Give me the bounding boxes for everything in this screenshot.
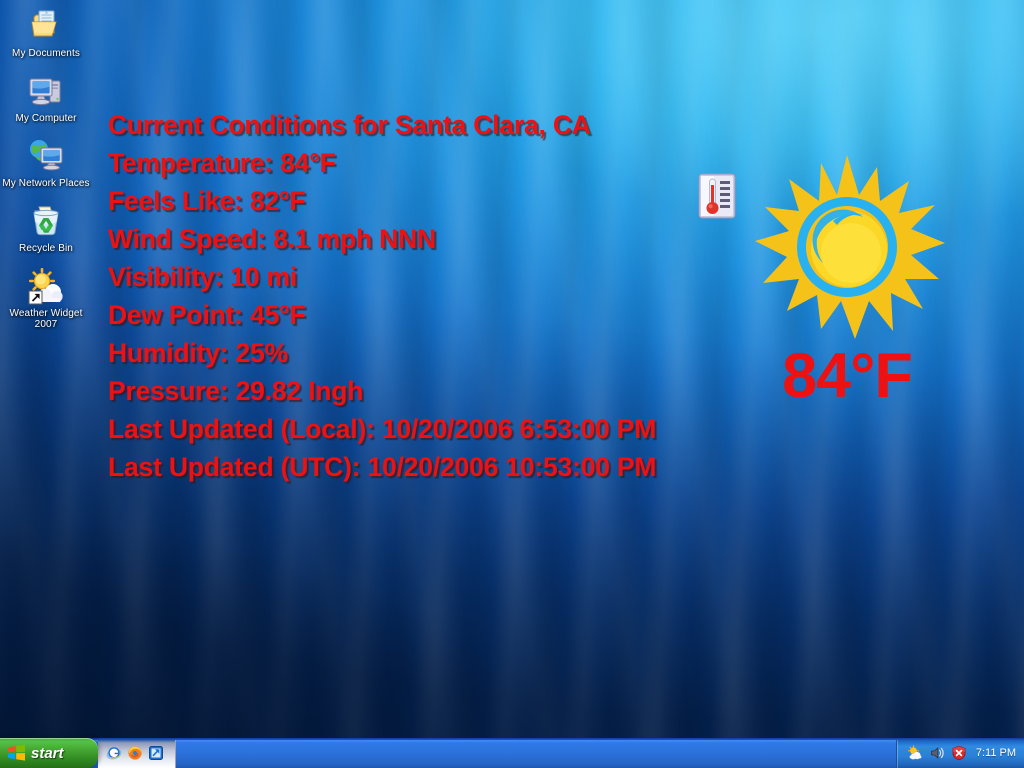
weather-line-last-updated-utc: Last Updated (UTC): 10/20/2006 10:53:00 … — [108, 452, 657, 482]
security-alert-icon[interactable] — [951, 745, 967, 761]
desktop-icon-weather-widget-2007[interactable]: Weather Widget 2007 — [0, 264, 92, 334]
desktop-icon-my-network-places[interactable]: My Network Places — [0, 134, 92, 193]
desktop-icon-label: My Computer — [15, 113, 77, 124]
taskbar-top-edge — [0, 738, 1024, 740]
my-network-places-icon — [26, 136, 66, 176]
taskbar: start 7:11 PM — [0, 738, 1024, 768]
start-button-label: start — [31, 744, 64, 762]
desktop-icon-column: My Documents My Computer My Network Plac… — [0, 4, 92, 340]
big-temperature-readout: 84°F — [782, 341, 913, 411]
internet-explorer-icon[interactable] — [106, 745, 122, 761]
weather-tray-icon[interactable] — [907, 745, 923, 761]
desktop-screen: My Documents My Computer My Network Plac… — [0, 0, 1024, 768]
quick-launch-bar — [98, 738, 176, 768]
firefox-icon[interactable] — [127, 745, 143, 761]
start-button[interactable]: start — [0, 738, 98, 768]
taskbar-window-area — [176, 738, 896, 768]
weather-line-title: Current Conditions for Santa Clara, CA — [108, 110, 591, 140]
shortcut-arrow-overlay — [28, 290, 43, 305]
desktop-icon-my-documents[interactable]: My Documents — [0, 4, 92, 63]
system-tray: 7:11 PM — [895, 738, 1024, 768]
desktop-icon-label: My Network Places — [2, 178, 90, 189]
weather-widget-shortcut-icon — [26, 266, 66, 306]
thermometer-icon — [697, 172, 739, 222]
taskbar-clock[interactable]: 7:11 PM — [976, 747, 1016, 759]
desktop-icon-label: Weather Widget 2007 — [9, 308, 83, 330]
recycle-bin-icon — [26, 201, 66, 241]
desktop-icon-my-computer[interactable]: My Computer — [0, 69, 92, 128]
windows-flag-icon — [8, 744, 25, 761]
weather-line-last-updated-local: Last Updated (Local): 10/20/2006 6:53:00… — [108, 414, 657, 444]
desktop-icon-label: Recycle Bin — [19, 243, 73, 254]
my-documents-icon — [26, 6, 66, 46]
sun-icon — [742, 152, 952, 342]
desktop-icon-recycle-bin[interactable]: Recycle Bin — [0, 199, 92, 258]
desktop-icon-label: My Documents — [12, 48, 80, 59]
my-computer-icon — [26, 71, 66, 111]
volume-icon[interactable] — [929, 745, 945, 761]
show-desktop-icon[interactable] — [148, 745, 164, 761]
